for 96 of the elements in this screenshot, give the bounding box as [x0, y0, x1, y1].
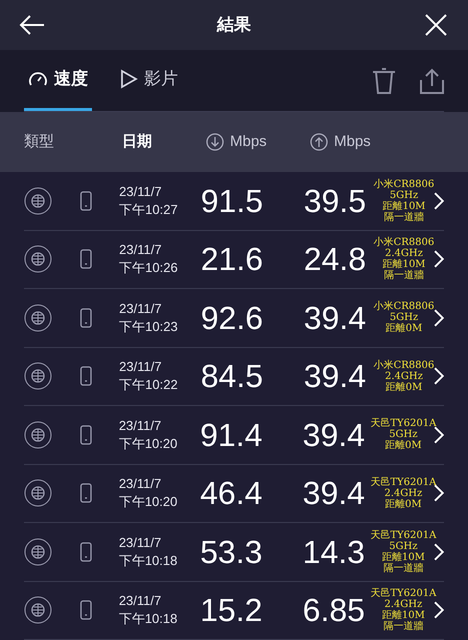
play-icon: [120, 69, 138, 89]
note-line: 5GHz: [389, 540, 418, 552]
phone-icon: [80, 190, 92, 211]
note-line: 隔一道牆: [384, 270, 424, 282]
time-text: 下午10:22: [119, 376, 179, 394]
date-text: 23/11/7: [119, 182, 163, 201]
note-line: 5GHz: [389, 429, 418, 440]
upload-speed: 39.4: [302, 474, 366, 514]
note-line: 小米CR8806: [374, 360, 434, 371]
date-text: 23/11/7: [119, 358, 163, 376]
globe-icon: [24, 362, 52, 390]
globe-icon: [24, 304, 52, 332]
date-text: 23/11/7: [119, 241, 163, 260]
phone-icon: [80, 424, 92, 445]
note-line: 小米CR8806: [374, 178, 434, 190]
note-line: 天邑TY6201A: [370, 530, 436, 541]
note-line: 距離0M: [386, 382, 422, 393]
note-line: 距離10M: [382, 259, 426, 270]
download-speed: 15.2: [200, 591, 264, 630]
globe-icon: [24, 538, 52, 566]
upload-speed: 39.4: [302, 416, 366, 455]
chevron-icon[interactable]: [434, 308, 444, 327]
date-text: 23/11/7: [119, 300, 163, 318]
download-speed: 91.4: [200, 416, 264, 455]
download-speed: 91.5: [200, 182, 264, 221]
note-line: 天邑TY6201A: [370, 418, 436, 430]
upload-speed: 39.4: [304, 298, 367, 338]
note-line: 天邑TY6201A: [370, 476, 436, 488]
delete-button[interactable]: [372, 68, 396, 94]
upload-speed: 14.3: [302, 532, 366, 572]
chevron-icon[interactable]: [434, 601, 444, 620]
note-line: 2.4GHz: [385, 370, 423, 382]
globe-icon: [24, 596, 52, 624]
column-header: 日期: [122, 132, 153, 152]
note-line: 5GHz: [390, 190, 418, 201]
download-speed: 21.6: [200, 240, 264, 280]
globe-icon: [24, 420, 52, 449]
chevron-icon[interactable]: [434, 250, 444, 268]
note-line: 天邑TY6201A: [370, 588, 436, 600]
date-text: 23/11/7: [118, 475, 162, 494]
time-text: 下午10:26: [119, 259, 179, 278]
note-line: 小米CR8806: [374, 237, 434, 248]
chevron-icon[interactable]: [434, 426, 444, 444]
phone-icon: [80, 308, 92, 328]
chevron-icon[interactable]: [434, 192, 444, 210]
time-text: 下午10:23: [119, 318, 179, 336]
note-line: 小米CR8806: [374, 301, 434, 312]
globe-icon: [24, 479, 52, 508]
chevron-icon[interactable]: [434, 367, 444, 386]
column-header: Mbps: [334, 132, 371, 152]
column-header: Mbps: [230, 132, 267, 152]
note-line: 隔一道牆: [383, 562, 424, 574]
note-line: 隔一道牆: [384, 212, 424, 223]
note-line: 隔一道牆: [383, 621, 424, 632]
time-text: 下午10:20: [118, 434, 178, 453]
note-line: 距離10M: [382, 552, 425, 563]
download-icon: [206, 133, 224, 151]
date-text: 23/11/7: [118, 416, 162, 435]
note-line: 距離0M: [385, 440, 422, 452]
window-title: 結果: [217, 14, 251, 36]
download-speed: 84.5: [200, 357, 264, 396]
chevron-icon[interactable]: [434, 484, 444, 502]
time-text: 下午10:18: [118, 610, 178, 628]
download-speed: 92.6: [200, 298, 264, 338]
time-text: 下午10:27: [119, 200, 179, 219]
upload-speed: 6.85: [302, 591, 366, 630]
phone-icon: [80, 249, 92, 270]
phone-icon: [80, 366, 92, 386]
note-line: 2.4GHz: [384, 599, 422, 610]
note-line: 2.4GHz: [384, 488, 422, 499]
note-line: 2.4GHz: [385, 248, 423, 260]
gauge-icon: [28, 70, 48, 88]
note-line: 5GHz: [390, 312, 418, 324]
globe-icon: [24, 245, 52, 274]
phone-icon: [80, 542, 92, 562]
upload-icon: [310, 133, 328, 151]
date-text: 23/11/7: [118, 534, 162, 552]
note-line: 距離10M: [382, 610, 425, 622]
note-line: 距離10M: [382, 200, 426, 212]
note-line: 距離0M: [385, 498, 422, 510]
download-speed: 53.3: [200, 532, 264, 572]
globe-icon: [24, 186, 52, 215]
chevron-icon[interactable]: [434, 542, 444, 561]
time-text: 下午10:18: [118, 552, 178, 570]
note-line: 距離0M: [386, 323, 422, 334]
date-text: 23/11/7: [118, 592, 162, 610]
tab[interactable]: 影片: [116, 50, 182, 111]
upload-speed: 24.8: [304, 240, 367, 280]
download-speed: 46.4: [200, 474, 264, 514]
upload-speed: 39.4: [304, 357, 367, 396]
time-text: 下午10:20: [118, 493, 178, 512]
phone-icon: [80, 483, 92, 504]
upload-speed: 39.5: [304, 182, 367, 221]
column-header: 類型: [23, 132, 55, 152]
phone-icon: [80, 600, 92, 620]
share-button[interactable]: [420, 68, 444, 94]
